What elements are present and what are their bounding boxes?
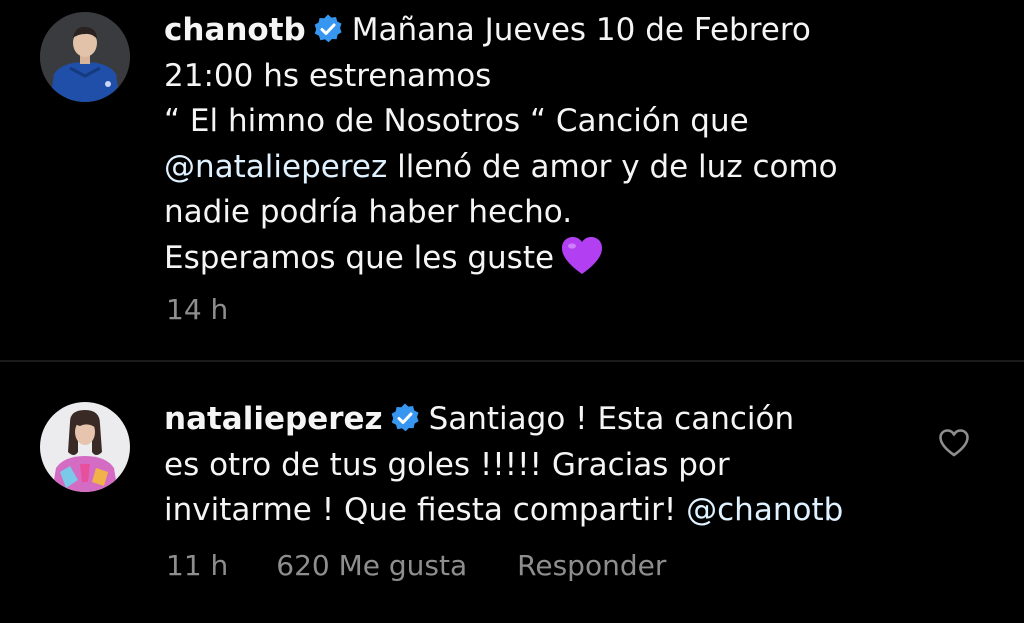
caption-text-line-6: Esperamos que les guste: [164, 239, 555, 276]
avatar-chanotb-image: [40, 12, 130, 102]
caption-line-3: “ El himno de Nosotros “ Canción que: [164, 103, 749, 139]
reply-text: natalieperez Santiago ! Esta canción es o…: [164, 397, 843, 534]
reply-line-2: es otro de tus goles !!!!! Gracias por: [164, 446, 730, 483]
caption-timestamp: 14 h: [166, 293, 229, 326]
reply-line-3: invitarme ! Que fiesta compartir! @chano…: [164, 488, 843, 534]
avatar-chanotb[interactable]: [40, 12, 130, 102]
verified-badge-icon: [312, 13, 344, 45]
likes-count-link[interactable]: 620 Me gusta: [276, 549, 467, 582]
reply-text-line-1: Santiago ! Esta canción: [428, 401, 795, 437]
reply-text-line-3: invitarme ! Que fiesta compartir!: [164, 492, 677, 528]
username-natalieperez[interactable]: natalieperez: [164, 401, 383, 437]
mention-natalieperez[interactable]: @natalieperez: [164, 149, 387, 185]
purple-heart-icon: [560, 236, 604, 276]
caption-text-line-1: Mañana Jueves 10 de Febrero: [351, 12, 811, 48]
reply-meta: 11 h 620 Me gusta Responder: [166, 549, 666, 582]
mention-chanotb[interactable]: @chanotb: [686, 492, 843, 528]
caption-text-line-4: llenó de amor y de luz como: [397, 148, 838, 185]
caption-comment: chanotb Mañana Jueves 10 de Febrero 21:00…: [0, 0, 1024, 360]
username-chanotb[interactable]: chanotb: [164, 12, 306, 48]
caption-line-4: @natalieperez llenó de amor y de luz com…: [164, 145, 838, 191]
caption-meta: 14 h: [166, 293, 228, 326]
avatar-natalieperez-image: [40, 402, 130, 492]
caption-line-6: Esperamos que les guste: [164, 236, 838, 282]
heart-outline-icon: [939, 429, 969, 457]
like-button[interactable]: [938, 428, 970, 458]
caption-line-5: nadie podría haber hecho.: [164, 194, 573, 230]
reply-timestamp: 11 h: [166, 549, 229, 582]
reply-line-1: natalieperez Santiago ! Esta canción: [164, 397, 843, 443]
avatar-natalieperez[interactable]: [40, 402, 130, 492]
caption-line-1: chanotb Mañana Jueves 10 de Febrero: [164, 8, 838, 54]
reply-comment: natalieperez Santiago ! Esta canción es o…: [0, 362, 1024, 623]
caption-text: chanotb Mañana Jueves 10 de Febrero 21:00…: [164, 8, 838, 281]
caption-line-2: 21:00 hs estrenamos: [164, 57, 492, 94]
reply-button[interactable]: Responder: [517, 549, 666, 582]
verified-badge-icon: [389, 402, 421, 434]
